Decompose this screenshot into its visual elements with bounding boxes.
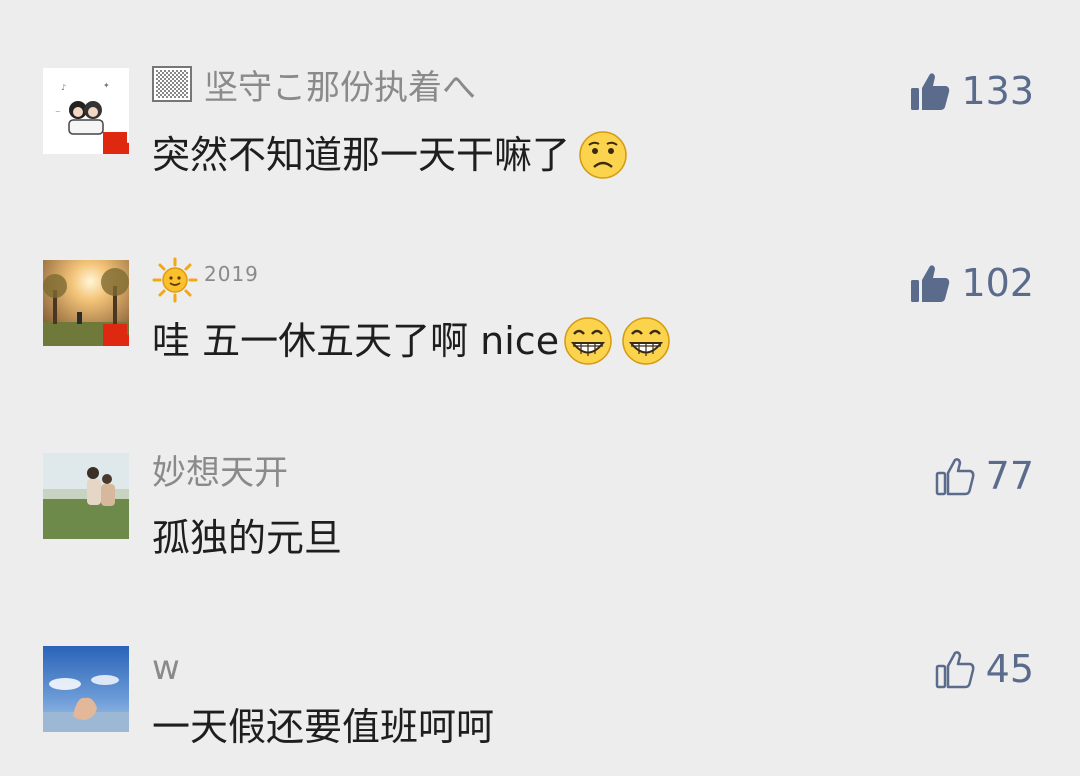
avatar[interactable] <box>43 646 129 732</box>
thumbs-up-filled-icon <box>911 73 950 110</box>
comment-text-content: 孤独的元旦 <box>152 516 343 560</box>
comment-username[interactable]: w <box>152 648 180 688</box>
thumbs-up-filled-icon <box>911 265 950 302</box>
thumbs-up-outline-icon <box>935 458 975 496</box>
comment-text: 一天假还要值班呵呵 <box>152 702 494 752</box>
comment-text-content: 一天假还要值班呵呵 <box>152 705 495 749</box>
comment-text-content: 哇 五一休五天了啊 nice <box>152 319 560 363</box>
like-count: 102 <box>961 261 1034 305</box>
username-text: 妙想天开 <box>152 453 288 493</box>
like-count: 45 <box>985 647 1034 691</box>
username-year: 2019 <box>204 262 259 286</box>
comment-item: w 一天假还要值班呵呵 45 <box>0 646 1080 766</box>
china-flag-icon <box>103 324 129 346</box>
grin-face-icon <box>621 316 671 366</box>
like-button[interactable]: 102 <box>909 260 1034 306</box>
comment-username[interactable]: 妙想天开 <box>152 453 288 493</box>
like-count: 77 <box>985 454 1034 498</box>
avatar[interactable] <box>43 260 129 346</box>
username-text: w <box>152 648 180 688</box>
avatar-field-photo-icon <box>43 453 129 539</box>
comment-item: 2019 哇 五一休五天了啊 nice 102 <box>0 257 1080 382</box>
thumbs-up-outline-icon <box>935 651 975 689</box>
checker-badge-icon <box>152 65 192 111</box>
svg-text:♪: ♪ <box>61 83 66 92</box>
comment-text: 突然不知道那一天干嘛了 <box>152 130 628 180</box>
avatar[interactable]: ♪ ✦ ~ <box>43 68 129 154</box>
like-button[interactable]: 77 <box>934 453 1034 499</box>
avatar[interactable] <box>43 453 129 539</box>
avatar-sky-hand-photo-icon <box>43 646 129 732</box>
grin-face-icon <box>563 316 613 366</box>
like-button[interactable]: 45 <box>934 646 1034 692</box>
svg-text:~: ~ <box>55 108 61 116</box>
comment-username[interactable]: 坚守こ那份执着へ <box>152 65 476 111</box>
comment-item: 妙想天开 孤独的元旦 77 <box>0 453 1080 573</box>
username-text: 坚守こ那份执着へ <box>204 68 476 108</box>
like-button[interactable]: 133 <box>909 68 1034 114</box>
china-flag-icon <box>103 132 129 154</box>
comment-text-content: 突然不知道那一天干嘛了 <box>152 133 571 177</box>
comment-list: ♪ ✦ ~ 坚守こ那份执着へ 突然不知道那一天干嘛了 133 2019 哇 五一… <box>0 0 1080 776</box>
svg-text:✦: ✦ <box>103 81 110 90</box>
comment-username[interactable]: 2019 <box>152 257 259 304</box>
comment-text: 孤独的元旦 <box>152 513 342 563</box>
sun-emoji-icon <box>152 257 198 312</box>
comment-item: ♪ ✦ ~ 坚守こ那份执着へ 突然不知道那一天干嘛了 133 <box>0 65 1080 188</box>
sad-face-icon <box>578 130 628 180</box>
comment-text: 哇 五一休五天了啊 nice <box>152 316 671 366</box>
like-count: 133 <box>961 69 1034 113</box>
